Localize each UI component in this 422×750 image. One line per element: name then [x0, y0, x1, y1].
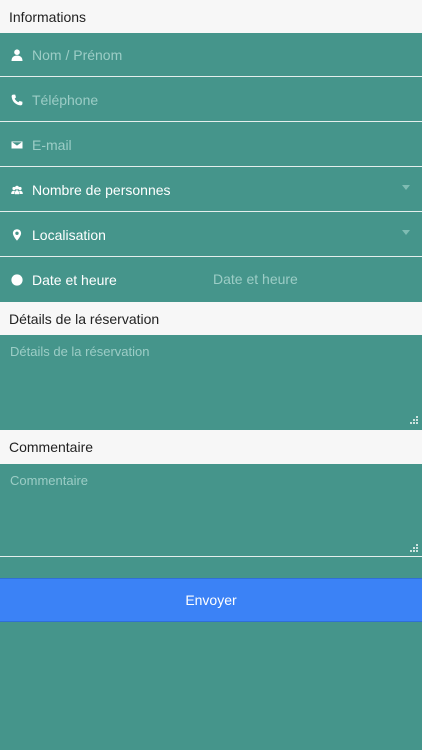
details-textarea[interactable]: Détails de la réservation	[0, 335, 422, 428]
reservation-form: Informations Nom / Prénom Téléphone E-ma…	[0, 0, 422, 750]
persons-value: Nombre de personnes	[32, 181, 171, 198]
location-value: Localisation	[32, 226, 106, 243]
email-placeholder: E-mail	[32, 136, 72, 153]
user-icon	[0, 33, 32, 77]
section-title: Commentaire	[9, 439, 94, 455]
datetime-input[interactable]: Date et heure	[213, 271, 298, 287]
section-header-informations: Informations	[0, 0, 422, 33]
email-field[interactable]: E-mail	[0, 123, 422, 167]
chevron-down-icon	[402, 185, 410, 190]
clock-icon	[0, 258, 32, 302]
location-select[interactable]: Localisation	[0, 213, 422, 257]
section-header-details: Détails de la réservation	[0, 302, 422, 335]
datetime-field[interactable]: Date et heure Date et heure	[0, 258, 422, 302]
chevron-down-icon	[402, 230, 410, 235]
commentaire-placeholder: Commentaire	[10, 473, 89, 488]
resize-handle-icon[interactable]	[410, 416, 418, 424]
persons-select[interactable]: Nombre de personnes	[0, 168, 422, 212]
submit-button[interactable]: Envoyer	[0, 578, 422, 622]
group-icon	[0, 168, 32, 212]
details-placeholder: Détails de la réservation	[10, 344, 150, 359]
location-pin-icon	[0, 213, 32, 257]
section-title: Informations	[9, 8, 87, 25]
section-header-commentaire: Commentaire	[0, 430, 422, 464]
phone-icon	[0, 78, 32, 122]
datetime-label: Date et heure	[32, 272, 117, 288]
mail-icon	[0, 123, 32, 167]
commentaire-textarea[interactable]: Commentaire	[0, 464, 422, 557]
phone-field[interactable]: Téléphone	[0, 78, 422, 122]
name-placeholder: Nom / Prénom	[32, 46, 123, 63]
name-field[interactable]: Nom / Prénom	[0, 33, 422, 77]
phone-placeholder: Téléphone	[32, 91, 99, 108]
resize-handle-icon[interactable]	[410, 544, 418, 552]
section-title: Détails de la réservation	[9, 310, 160, 327]
